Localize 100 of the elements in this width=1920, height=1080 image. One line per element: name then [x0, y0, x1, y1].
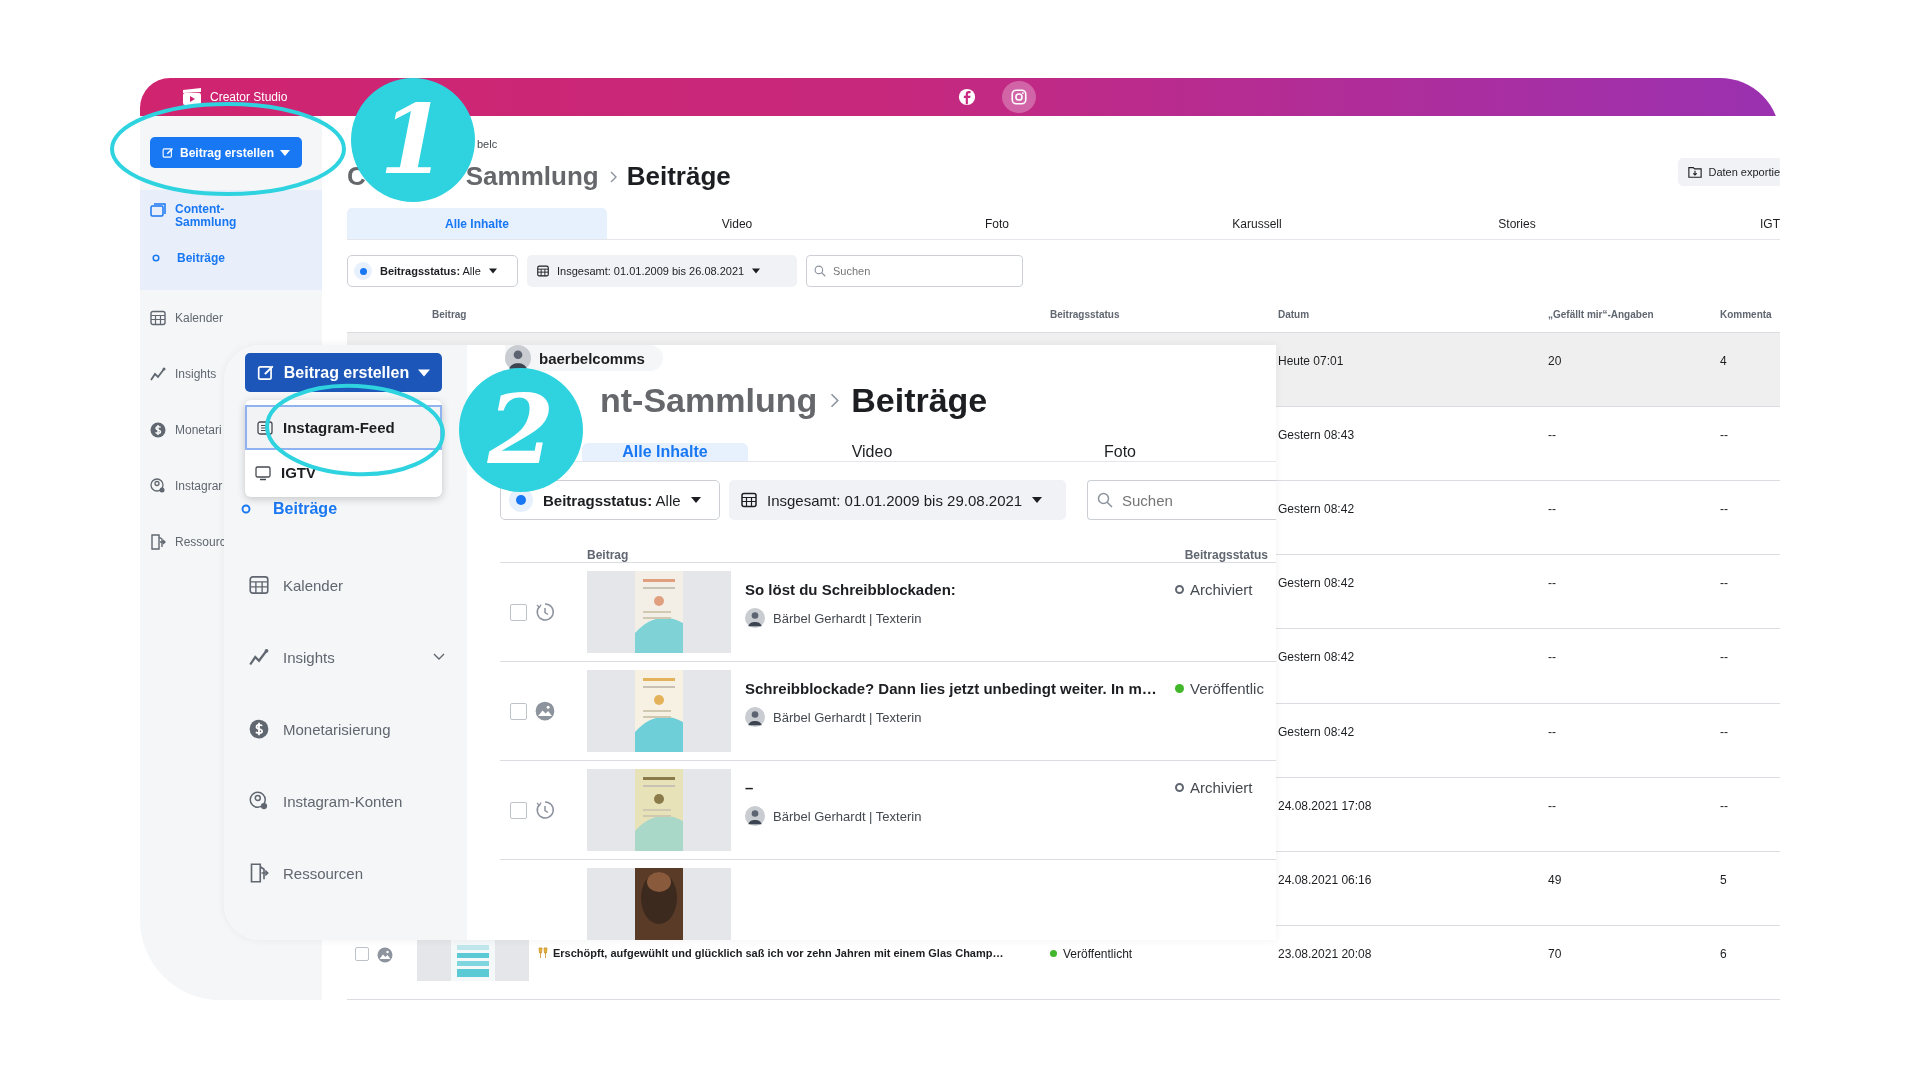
- create-post-button[interactable]: Beitrag erstellen: [150, 137, 302, 168]
- sidebar-item[interactable]: Monetarisierung: [224, 693, 467, 765]
- likes-cell-text: --: [1548, 502, 1557, 517]
- avatar-icon: [745, 806, 765, 826]
- date-cell-text: Gestern 08:42: [1278, 650, 1356, 665]
- avatar-icon: [745, 608, 765, 628]
- checkbox[interactable]: [510, 603, 527, 621]
- tab[interactable]: Alle Inhalte: [347, 207, 607, 240]
- sidebar-item[interactable]: Kalender: [175, 311, 224, 325]
- date-cell-text: Gestern 08:42: [1278, 502, 1356, 517]
- bullet-icon: [241, 504, 251, 514]
- account-chip[interactable]: baerbelcomms: [505, 345, 663, 371]
- caret-icon: [418, 366, 431, 379]
- calendar-icon: [741, 492, 757, 508]
- edit-icon: [256, 363, 275, 382]
- date-cell-text: Gestern 08:43: [1278, 428, 1356, 443]
- status-dot: [1175, 585, 1184, 594]
- tab[interactable]: Karussell: [1127, 207, 1387, 240]
- tab[interactable]: Alle Inhalte: [582, 443, 748, 461]
- page-title: Beiträge: [626, 161, 731, 193]
- checkbox[interactable]: [510, 801, 527, 819]
- export-button[interactable]: Daten exportie: [1678, 158, 1780, 186]
- tab[interactable]: IGT: [1647, 207, 1780, 240]
- likes-cell-text: 20: [1548, 353, 1563, 368]
- column-header: Kommenta: [1720, 309, 1773, 321]
- author-name: Bärbel Gerhardt | Texterin: [773, 808, 922, 824]
- sidebar-item[interactable]: Insights: [224, 621, 467, 693]
- dollar-icon: [150, 422, 166, 438]
- chevron-right-icon: [829, 393, 840, 408]
- checkbox[interactable]: [355, 946, 369, 961]
- sidebar-item[interactable]: Monetari: [175, 423, 222, 437]
- comments-cell-text: --: [1720, 724, 1729, 739]
- date-filter[interactable]: Insgesamt: 01.01.2009 bis 29.08.2021: [729, 480, 1066, 520]
- likes-cell-text: --: [1548, 428, 1557, 443]
- date-filter[interactable]: Insgesamt: 01.01.2009 bis 26.08.2021: [527, 255, 797, 288]
- menu-item[interactable]: IGTV: [245, 450, 442, 495]
- edit-icon: [161, 146, 174, 159]
- avatar-icon: [505, 345, 531, 371]
- date-cell-text: 24.08.2021 06:16: [1278, 872, 1373, 887]
- clapperboard-icon: [182, 88, 202, 106]
- search-icon: [814, 265, 826, 278]
- likes-cell-text: --: [1548, 576, 1557, 591]
- checkbox[interactable]: [510, 702, 527, 720]
- author-name: Bärbel Gerhardt | Texterin: [773, 709, 922, 725]
- photo-icon: [535, 701, 555, 721]
- search-field[interactable]: Suchen: [806, 255, 1023, 288]
- caret-icon: [280, 147, 290, 158]
- sidebar-item[interactable]: Instagram-Konten: [224, 765, 467, 837]
- tab[interactable]: Video: [748, 443, 996, 461]
- chevron-right-icon: [608, 170, 617, 183]
- trend-icon: [150, 366, 166, 382]
- content-collection-link[interactable]: Content-Sammlung: [175, 203, 255, 229]
- app-name: Creator Studio: [210, 90, 288, 104]
- likes-cell-text: 70: [1548, 946, 1563, 961]
- status-label: Archiviert: [1190, 779, 1253, 796]
- tab[interactable]: Foto: [996, 443, 1244, 461]
- sidebar-item[interactable]: Insights: [175, 367, 217, 381]
- posts-link[interactable]: Beiträge: [177, 251, 226, 265]
- dot-icon: [354, 262, 372, 281]
- sidebar-item[interactable]: Kalender: [224, 549, 467, 621]
- status-dot: [1050, 950, 1057, 958]
- column-header: Beitragsstatus: [1183, 548, 1269, 562]
- comments-cell-text: 5: [1720, 872, 1728, 887]
- status-label: Veröffentlicht: [1063, 946, 1133, 961]
- column-header: Beitragsstatus: [1050, 309, 1121, 321]
- page-title: Beiträge: [851, 381, 988, 420]
- account-settings-icon: [150, 478, 166, 494]
- comments-cell-text: 4: [1720, 353, 1728, 368]
- tab[interactable]: Foto: [867, 207, 1127, 240]
- sidebar-item[interactable]: Instagrar: [175, 479, 223, 493]
- sidebar-item[interactable]: Ressourcen: [224, 837, 467, 909]
- breadcrumb-parent: nt-Sammlung: [600, 381, 818, 420]
- menu-item[interactable]: Instagram-Feed: [245, 405, 442, 450]
- tab[interactable]: Video: [607, 207, 867, 240]
- download-folder-icon: [1688, 165, 1703, 179]
- calendar-icon: [537, 265, 549, 278]
- likes-cell-text: --: [1548, 724, 1557, 739]
- comments-cell-text: --: [1720, 428, 1729, 443]
- column-header: Beitrag: [431, 309, 468, 321]
- dollar-icon: [249, 719, 269, 739]
- caret-icon: [1032, 495, 1043, 505]
- status-dot: [1175, 684, 1184, 693]
- comments-cell-text: --: [1720, 576, 1729, 591]
- platform-button[interactable]: [1002, 81, 1036, 113]
- date-cell-text: 24.08.2021 17:08: [1278, 798, 1373, 813]
- post-title: Schreibblockade? Dann lies jetzt unbedingt weiter. In m…: [745, 680, 1157, 697]
- clock-icon: [535, 800, 555, 820]
- status-filter[interactable]: Beitragsstatus: Alle: [347, 255, 518, 288]
- glasses-icon: [537, 946, 549, 959]
- door-icon: [249, 863, 269, 883]
- avatar-icon: [745, 707, 765, 727]
- monitor-icon: [255, 464, 271, 481]
- search-field[interactable]: Suchen: [1087, 480, 1276, 520]
- sidebar-item[interactable]: Ressourc: [175, 535, 226, 549]
- posts-link[interactable]: Beiträge: [273, 500, 338, 518]
- tab[interactable]: Stories: [1387, 207, 1647, 240]
- create-post-button[interactable]: Beitrag erstellen: [245, 353, 442, 392]
- account-name: baerbelcomms: [539, 349, 645, 367]
- account-settings-icon: [249, 791, 269, 811]
- trend-icon: [249, 647, 269, 667]
